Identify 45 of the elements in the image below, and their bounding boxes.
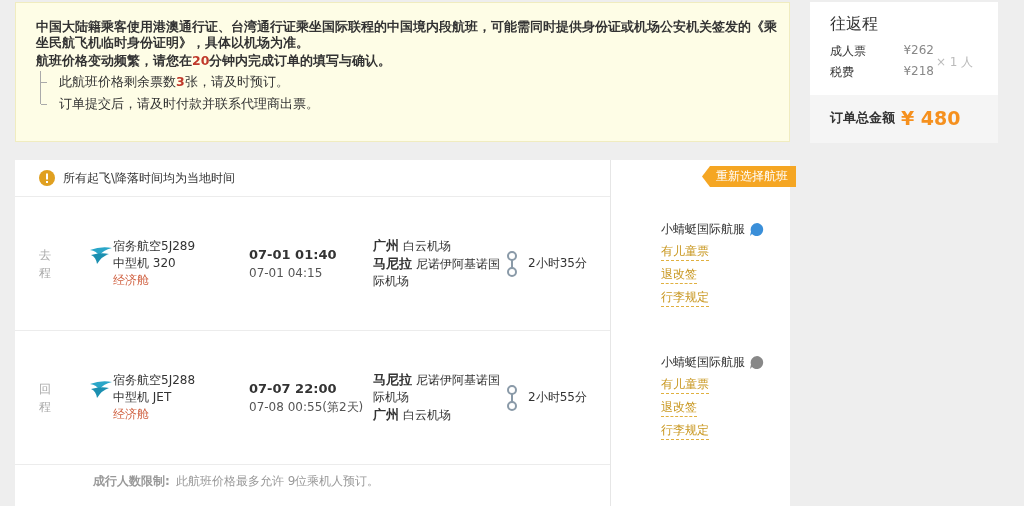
passenger-count: × 1 人 bbox=[936, 53, 974, 71]
fee-price: ¥262 bbox=[903, 43, 934, 59]
tip-text: 此航班价格剩余票数3张，请及时预订。 bbox=[59, 73, 289, 91]
policy-link[interactable]: 有儿童票 bbox=[661, 242, 709, 261]
agent-name[interactable]: 小蜻蜓国际航服 bbox=[661, 353, 745, 371]
limit-label: 成行人数限制: bbox=[93, 474, 170, 488]
policy-link[interactable]: 行李规定 bbox=[661, 421, 709, 440]
reselect-flight-button[interactable]: 重新选择航班 bbox=[702, 166, 796, 187]
departure-airport: 广州 白云机场 bbox=[373, 237, 452, 255]
airline-flight: 宿务航空5J289 bbox=[113, 238, 197, 255]
departure-airport: 马尼拉 尼诺伊阿基诺国际机场 bbox=[373, 371, 501, 406]
flight-duration: 2小时55分 bbox=[528, 389, 587, 406]
arrival-time: 07-01 04:15 bbox=[249, 264, 324, 282]
arrival-airport: 马尼拉 尼诺伊阿基诺国际机场 bbox=[373, 255, 501, 290]
fee-label: 税费 bbox=[830, 64, 855, 81]
policy-link[interactable]: 退改签 bbox=[661, 398, 697, 417]
policy-link[interactable]: 行李规定 bbox=[661, 288, 709, 307]
departure-time: 07-07 22:00 bbox=[249, 379, 338, 398]
notice-text: 中国大陆籍乘客使用港澳通行证、台湾通行证乘坐国际联程的中国境内段航班，可能需同时提供身份证或机场公安机关签发的《乘坐民航飞机临时身份证明》，具体以机场为准。 bbox=[36, 19, 777, 51]
arrival-airport: 广州 白云机场 bbox=[373, 406, 452, 424]
cabin-class: 经济舱 bbox=[113, 272, 150, 289]
airline-flight: 宿务航空5J288 bbox=[113, 372, 197, 389]
warning-icon bbox=[39, 170, 55, 186]
total-label: 订单总金额 bbox=[830, 109, 895, 127]
direction-label: 回程 bbox=[39, 380, 51, 416]
fee-price: ¥218 bbox=[903, 64, 934, 80]
departure-time: 07-01 01:40 bbox=[249, 245, 338, 264]
flight-duration: 2小时35分 bbox=[528, 255, 587, 272]
aircraft-type: 中型机 JET bbox=[113, 389, 173, 406]
agent-name[interactable]: 小蜻蜓国际航服 bbox=[661, 220, 745, 238]
limit-text: 此航班价格最多允许 9位乘机人预订。 bbox=[175, 474, 380, 488]
fee-label: 成人票 bbox=[830, 43, 867, 60]
policy-link[interactable]: 退改签 bbox=[661, 265, 697, 284]
arrival-time: 07-08 00:55(第2天) bbox=[249, 398, 365, 416]
aircraft-type: 中型机 320 bbox=[113, 255, 177, 272]
cabin-class: 经济舱 bbox=[113, 406, 150, 423]
direction-label: 去程 bbox=[39, 246, 51, 282]
timezone-note: 所有起飞\降落时间均为当地时间 bbox=[63, 169, 236, 187]
notice-text: 航班价格变动频繁，请您在20分钟内完成订单的填写与确认。 bbox=[36, 53, 393, 69]
policy-link[interactable]: 有儿童票 bbox=[661, 375, 709, 394]
route-icon bbox=[506, 250, 518, 277]
summary-title: 往返程 bbox=[830, 14, 879, 35]
tip-text: 订单提交后，请及时付款并联系代理商出票。 bbox=[59, 95, 319, 113]
total-amount: ¥ 480 bbox=[901, 107, 961, 129]
route-icon bbox=[506, 384, 518, 411]
